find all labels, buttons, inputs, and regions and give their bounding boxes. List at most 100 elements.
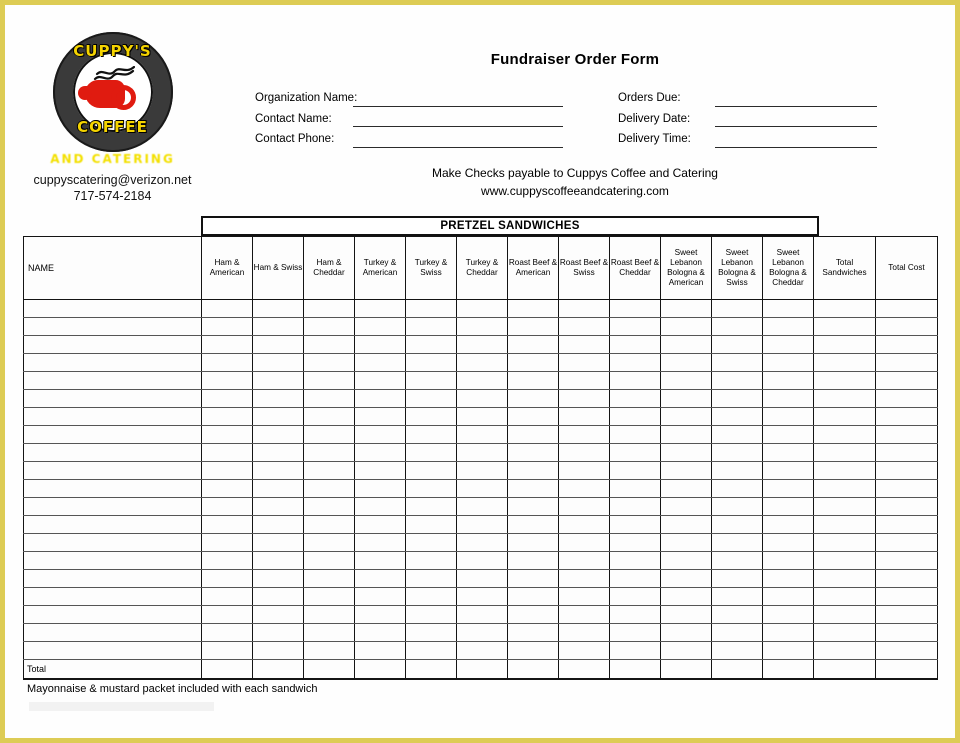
order-qty-cell[interactable]: [201, 497, 253, 516]
order-qty-cell[interactable]: [405, 641, 457, 660]
order-qty-cell[interactable]: [558, 317, 610, 336]
order-qty-cell[interactable]: [303, 605, 355, 624]
order-qty-cell[interactable]: [558, 587, 610, 606]
order-qty-cell[interactable]: [762, 515, 814, 534]
order-qty-cell[interactable]: [609, 605, 661, 624]
order-qty-cell[interactable]: [813, 641, 876, 660]
order-qty-cell[interactable]: [456, 497, 508, 516]
order-qty-cell[interactable]: [303, 623, 355, 642]
order-qty-cell[interactable]: [303, 569, 355, 588]
order-qty-cell[interactable]: [762, 299, 814, 318]
order-qty-cell[interactable]: [660, 497, 712, 516]
order-qty-cell[interactable]: [456, 515, 508, 534]
order-qty-cell[interactable]: [762, 317, 814, 336]
order-qty-cell[interactable]: [711, 335, 763, 354]
order-qty-cell[interactable]: [762, 551, 814, 570]
order-name-cell[interactable]: [23, 533, 202, 552]
order-qty-cell[interactable]: [762, 443, 814, 462]
total-cell[interactable]: [762, 659, 814, 680]
order-qty-cell[interactable]: [303, 443, 355, 462]
order-qty-cell[interactable]: [303, 353, 355, 372]
order-qty-cell[interactable]: [354, 371, 406, 390]
delivery-date-input[interactable]: [715, 126, 877, 127]
order-qty-cell[interactable]: [660, 551, 712, 570]
order-qty-cell[interactable]: [201, 335, 253, 354]
order-qty-cell[interactable]: [201, 389, 253, 408]
order-qty-cell[interactable]: [201, 605, 253, 624]
order-qty-cell[interactable]: [875, 641, 938, 660]
order-qty-cell[interactable]: [201, 425, 253, 444]
order-qty-cell[interactable]: [875, 371, 938, 390]
order-qty-cell[interactable]: [875, 479, 938, 498]
order-qty-cell[interactable]: [762, 407, 814, 426]
order-qty-cell[interactable]: [711, 479, 763, 498]
order-qty-cell[interactable]: [609, 551, 661, 570]
order-qty-cell[interactable]: [875, 587, 938, 606]
order-name-cell[interactable]: [23, 407, 202, 426]
order-qty-cell[interactable]: [303, 335, 355, 354]
order-qty-cell[interactable]: [507, 389, 559, 408]
order-qty-cell[interactable]: [875, 515, 938, 534]
order-qty-cell[interactable]: [354, 515, 406, 534]
order-qty-cell[interactable]: [354, 461, 406, 480]
order-qty-cell[interactable]: [507, 317, 559, 336]
total-cell[interactable]: [456, 659, 508, 680]
order-qty-cell[interactable]: [456, 533, 508, 552]
order-qty-cell[interactable]: [201, 407, 253, 426]
order-qty-cell[interactable]: [201, 371, 253, 390]
order-name-cell[interactable]: [23, 587, 202, 606]
order-qty-cell[interactable]: [660, 641, 712, 660]
order-qty-cell[interactable]: [660, 569, 712, 588]
order-qty-cell[interactable]: [762, 497, 814, 516]
order-qty-cell[interactable]: [875, 623, 938, 642]
order-qty-cell[interactable]: [303, 479, 355, 498]
order-qty-cell[interactable]: [252, 461, 304, 480]
order-qty-cell[interactable]: [609, 317, 661, 336]
total-cell[interactable]: [201, 659, 253, 680]
order-qty-cell[interactable]: [609, 497, 661, 516]
order-qty-cell[interactable]: [201, 299, 253, 318]
order-qty-cell[interactable]: [660, 605, 712, 624]
order-qty-cell[interactable]: [558, 533, 610, 552]
order-qty-cell[interactable]: [303, 461, 355, 480]
order-qty-cell[interactable]: [507, 623, 559, 642]
order-qty-cell[interactable]: [405, 317, 457, 336]
order-qty-cell[interactable]: [201, 587, 253, 606]
order-qty-cell[interactable]: [813, 335, 876, 354]
order-qty-cell[interactable]: [303, 497, 355, 516]
order-qty-cell[interactable]: [558, 623, 610, 642]
order-qty-cell[interactable]: [507, 497, 559, 516]
order-qty-cell[interactable]: [875, 317, 938, 336]
order-qty-cell[interactable]: [456, 353, 508, 372]
order-qty-cell[interactable]: [252, 515, 304, 534]
order-qty-cell[interactable]: [609, 587, 661, 606]
order-qty-cell[interactable]: [711, 407, 763, 426]
order-qty-cell[interactable]: [875, 497, 938, 516]
order-qty-cell[interactable]: [813, 299, 876, 318]
order-qty-cell[interactable]: [456, 299, 508, 318]
order-qty-cell[interactable]: [762, 389, 814, 408]
order-qty-cell[interactable]: [507, 461, 559, 480]
order-qty-cell[interactable]: [558, 461, 610, 480]
total-cell[interactable]: [609, 659, 661, 680]
order-qty-cell[interactable]: [813, 353, 876, 372]
order-qty-cell[interactable]: [660, 407, 712, 426]
order-qty-cell[interactable]: [813, 605, 876, 624]
order-qty-cell[interactable]: [609, 389, 661, 408]
order-qty-cell[interactable]: [558, 479, 610, 498]
order-qty-cell[interactable]: [507, 371, 559, 390]
order-qty-cell[interactable]: [875, 443, 938, 462]
order-qty-cell[interactable]: [507, 335, 559, 354]
order-qty-cell[interactable]: [660, 335, 712, 354]
order-qty-cell[interactable]: [405, 533, 457, 552]
order-qty-cell[interactable]: [609, 371, 661, 390]
order-qty-cell[interactable]: [813, 461, 876, 480]
order-qty-cell[interactable]: [762, 425, 814, 444]
total-cell[interactable]: [303, 659, 355, 680]
order-qty-cell[interactable]: [762, 461, 814, 480]
order-qty-cell[interactable]: [456, 461, 508, 480]
order-qty-cell[interactable]: [711, 317, 763, 336]
order-qty-cell[interactable]: [558, 335, 610, 354]
order-qty-cell[interactable]: [660, 587, 712, 606]
order-qty-cell[interactable]: [609, 623, 661, 642]
